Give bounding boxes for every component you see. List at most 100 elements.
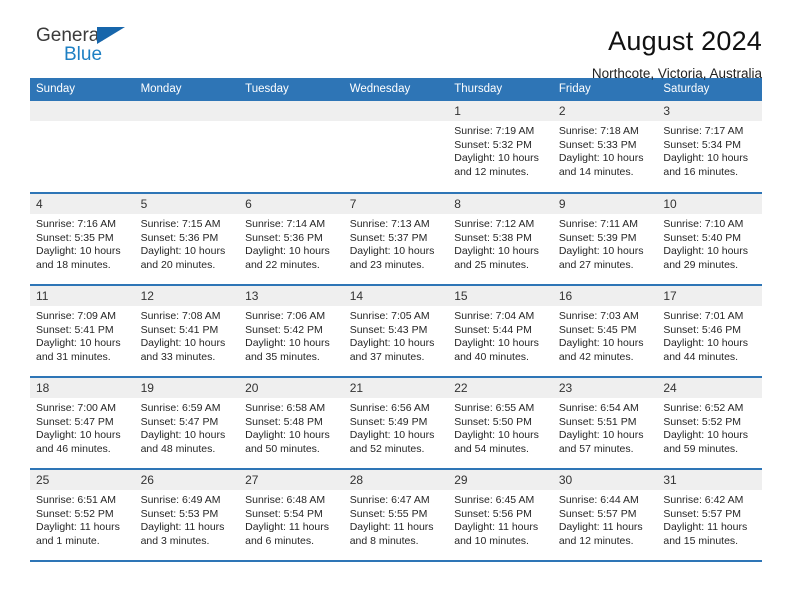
daylight-duration-line2: and 50 minutes. — [245, 442, 320, 455]
daylight-duration-line1: Daylight: 11 hours — [454, 521, 539, 534]
brand-logo[interactable]: General Blue — [30, 26, 150, 72]
calendar-day-cell[interactable]: 22 Sunrise: 6:55 AM Sunset: 5:50 PM Dayligh… — [448, 377, 553, 470]
sunset-time: Sunset: 5:43 PM — [349, 323, 428, 336]
day-details: Sunrise: 7:13 AM Sunset: 5:37 PM Daylight:… — [344, 214, 449, 272]
daylight-duration-line1: Daylight: 11 hours — [140, 521, 225, 534]
daylight-duration-line1: Daylight: 10 hours — [140, 429, 226, 442]
calendar-day-cell[interactable]: 20 Sunrise: 6:58 AM Sunset: 5:48 PM Dayligh… — [239, 377, 344, 470]
daylight-duration-line2: and 57 minutes. — [558, 442, 634, 455]
calendar-day-cell[interactable]: 5 Sunrise: 7:15 AM Sunset: 5:36 PM Daylight… — [134, 193, 240, 286]
sunrise-time: Sunrise: 7:11 AM — [558, 218, 638, 230]
calendar-day-cell[interactable]: 23 Sunrise: 6:54 AM Sunset: 5:51 PM Dayligh… — [552, 377, 658, 470]
weekday-header-monday: Monday — [134, 78, 240, 101]
calendar-day-cell[interactable]: 19 Sunrise: 6:59 AM Sunset: 5:47 PM Dayligh… — [134, 377, 240, 470]
daylight-duration-line1: Daylight: 10 hours — [558, 429, 644, 442]
day-number: 13 — [239, 286, 344, 306]
calendar-day-cell[interactable]: 21 Sunrise: 6:56 AM Sunset: 5:49 PM Dayligh… — [343, 377, 449, 470]
daylight-duration-line2: and 31 minutes. — [36, 350, 111, 363]
day-details: Sunrise: 6:47 AM Sunset: 5:55 PM Daylight:… — [344, 490, 449, 548]
day-number: 6 — [239, 194, 344, 214]
sunrise-time: Sunrise: 7:10 AM — [663, 218, 744, 230]
sunset-time: Sunset: 5:32 PM — [454, 138, 532, 151]
sunset-time: Sunset: 5:55 PM — [349, 507, 428, 520]
day-details: Sunrise: 7:10 AM Sunset: 5:40 PM Daylight:… — [657, 214, 762, 272]
calendar-day-cell[interactable]: 14 Sunrise: 7:05 AM Sunset: 5:43 PM Dayligh… — [343, 285, 449, 378]
calendar-day-cell[interactable]: 17 Sunrise: 7:01 AM Sunset: 5:46 PM Dayligh… — [657, 285, 762, 378]
daylight-duration-line1: Daylight: 10 hours — [140, 245, 226, 258]
calendar-day-cell[interactable]: 15 Sunrise: 7:04 AM Sunset: 5:44 PM Dayligh… — [448, 285, 553, 378]
sunrise-time: Sunrise: 6:47 AM — [349, 494, 430, 506]
day-number: 8 — [448, 194, 553, 214]
day-number: 14 — [343, 286, 449, 306]
calendar-day-cell[interactable]: 2 Sunrise: 7:18 AM Sunset: 5:33 PM Daylight… — [552, 101, 658, 194]
sunset-time: Sunset: 5:52 PM — [663, 415, 742, 428]
day-number: 25 — [30, 470, 135, 490]
brand-name-top: General — [36, 25, 104, 46]
daylight-duration-line1: Daylight: 10 hours — [454, 429, 539, 442]
calendar-day-cell[interactable]: 6 Sunrise: 7:14 AM Sunset: 5:36 PM Daylight… — [239, 193, 344, 286]
calendar-day-cell[interactable]: 27 Sunrise: 6:48 AM Sunset: 5:54 PM Dayligh… — [239, 469, 344, 562]
calendar-day-cell[interactable]: 3 Sunrise: 7:17 AM Sunset: 5:34 PM Daylight… — [657, 101, 762, 194]
calendar-day-cell[interactable]: 24 Sunrise: 6:52 AM Sunset: 5:52 PM Dayligh… — [657, 377, 762, 470]
calendar-day-cell[interactable]: 30 Sunrise: 6:44 AM Sunset: 5:57 PM Dayligh… — [552, 469, 658, 562]
day-number: 12 — [134, 286, 240, 306]
sunrise-time: Sunrise: 7:15 AM — [140, 218, 221, 230]
day-number: 3 — [657, 101, 762, 121]
calendar-day-cell[interactable]: 13 Sunrise: 7:06 AM Sunset: 5:42 PM Dayligh… — [239, 285, 344, 378]
brand-name-bottom: Blue — [64, 44, 103, 65]
sunrise-time: Sunrise: 7:17 AM — [663, 125, 744, 137]
daylight-duration-line1: Daylight: 10 hours — [245, 245, 330, 258]
daylight-duration-line2: and 12 minutes. — [558, 534, 634, 547]
daylight-duration-line1: Daylight: 10 hours — [454, 245, 539, 258]
calendar-day-cell[interactable]: 1 Sunrise: 7:19 AM Sunset: 5:32 PM Daylight… — [448, 101, 553, 194]
sunrise-time: Sunrise: 7:03 AM — [558, 310, 639, 322]
day-number — [343, 101, 449, 121]
daylight-duration-line2: and 14 minutes. — [558, 165, 634, 178]
day-number: 17 — [657, 286, 762, 306]
sunset-time: Sunset: 5:47 PM — [140, 415, 219, 428]
day-details: Sunrise: 7:18 AM Sunset: 5:33 PM Daylight:… — [553, 121, 658, 179]
calendar-day-cell[interactable]: 25 Sunrise: 6:51 AM Sunset: 5:52 PM Dayligh… — [30, 469, 135, 562]
daylight-duration-line2: and 54 minutes. — [454, 442, 529, 455]
day-details: Sunrise: 6:42 AM Sunset: 5:57 PM Daylight:… — [657, 490, 762, 548]
day-details: Sunrise: 6:54 AM Sunset: 5:51 PM Daylight:… — [553, 398, 658, 456]
calendar-day-cell[interactable]: 16 Sunrise: 7:03 AM Sunset: 5:45 PM Dayligh… — [552, 285, 658, 378]
calendar-day-cell[interactable]: 26 Sunrise: 6:49 AM Sunset: 5:53 PM Dayligh… — [134, 469, 240, 562]
calendar-day-cell[interactable]: 8 Sunrise: 7:12 AM Sunset: 5:38 PM Daylight… — [448, 193, 553, 286]
daylight-duration-line1: Daylight: 10 hours — [558, 245, 644, 258]
daylight-duration-line1: Daylight: 10 hours — [454, 337, 539, 350]
calendar-day-cell[interactable]: 28 Sunrise: 6:47 AM Sunset: 5:55 PM Dayligh… — [343, 469, 449, 562]
sunset-time: Sunset: 5:40 PM — [663, 231, 742, 244]
sunrise-time: Sunrise: 6:48 AM — [245, 494, 326, 506]
sunrise-time: Sunrise: 6:56 AM — [349, 402, 430, 414]
calendar-day-cell[interactable]: 10 Sunrise: 7:10 AM Sunset: 5:40 PM Dayligh… — [657, 193, 762, 286]
day-number: 11 — [30, 286, 135, 306]
weekday-header-sunday: Sunday — [30, 78, 135, 101]
sunset-time: Sunset: 5:46 PM — [663, 323, 742, 336]
daylight-duration-line1: Daylight: 10 hours — [36, 337, 121, 350]
day-details: Sunrise: 6:56 AM Sunset: 5:49 PM Daylight:… — [344, 398, 449, 456]
sunset-time: Sunset: 5:57 PM — [663, 507, 742, 520]
calendar-day-cell[interactable]: 31 Sunrise: 6:42 AM Sunset: 5:57 PM Dayligh… — [657, 469, 762, 562]
calendar-day-cell[interactable]: 4 Sunrise: 7:16 AM Sunset: 5:35 PM Daylight… — [30, 193, 135, 286]
sunset-time: Sunset: 5:41 PM — [140, 323, 219, 336]
day-number: 24 — [657, 378, 762, 398]
calendar-day-cell[interactable]: 9 Sunrise: 7:11 AM Sunset: 5:39 PM Daylight… — [552, 193, 658, 286]
day-number — [134, 101, 240, 121]
calendar-day-cell[interactable]: 11 Sunrise: 7:09 AM Sunset: 5:41 PM Dayligh… — [30, 285, 135, 378]
calendar-day-cell[interactable]: 7 Sunrise: 7:13 AM Sunset: 5:37 PM Daylight… — [343, 193, 449, 286]
calendar-day-cell[interactable]: 29 Sunrise: 6:45 AM Sunset: 5:56 PM Dayligh… — [448, 469, 553, 562]
day-details: Sunrise: 7:01 AM Sunset: 5:46 PM Daylight:… — [657, 306, 762, 364]
day-details: Sunrise: 6:44 AM Sunset: 5:57 PM Daylight:… — [553, 490, 658, 548]
daylight-duration-line1: Daylight: 10 hours — [245, 429, 330, 442]
day-details: Sunrise: 6:51 AM Sunset: 5:52 PM Daylight:… — [30, 490, 135, 548]
sunset-time: Sunset: 5:53 PM — [140, 507, 219, 520]
day-details: Sunrise: 7:15 AM Sunset: 5:36 PM Daylight:… — [135, 214, 240, 272]
daylight-duration-line1: Daylight: 10 hours — [454, 152, 539, 165]
day-details — [30, 121, 135, 125]
calendar-day-cell[interactable]: 12 Sunrise: 7:08 AM Sunset: 5:41 PM Dayligh… — [134, 285, 240, 378]
title-block: August 2024 Northcote, Victoria, Austral… — [592, 26, 762, 83]
calendar-day-cell[interactable]: 18 Sunrise: 7:00 AM Sunset: 5:47 PM Dayligh… — [30, 377, 135, 470]
sunrise-time: Sunrise: 6:44 AM — [558, 494, 639, 506]
daylight-duration-line1: Daylight: 10 hours — [663, 337, 749, 350]
